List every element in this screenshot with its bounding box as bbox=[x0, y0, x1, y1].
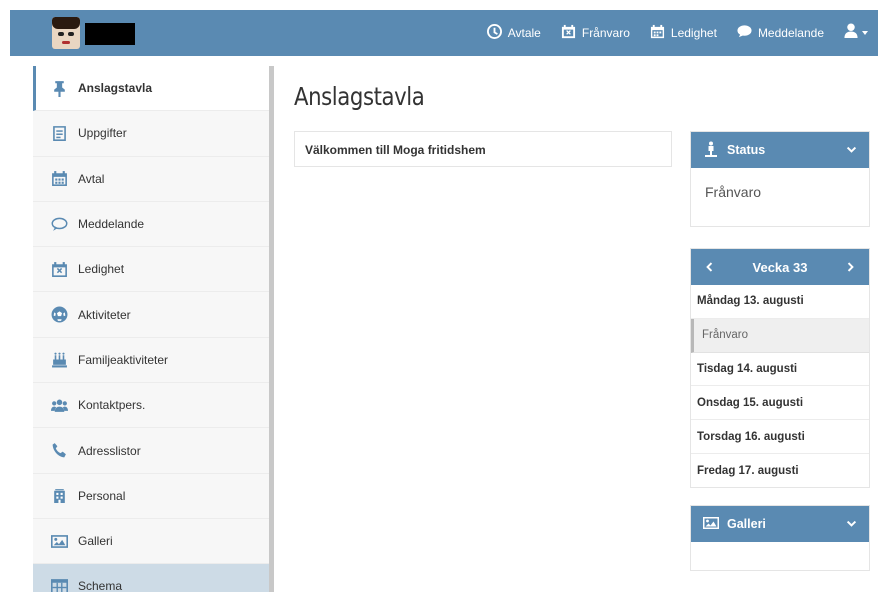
welcome-message: Välkommen till Moga fritidshem bbox=[294, 131, 672, 167]
status-panel-header[interactable]: Status bbox=[691, 132, 869, 168]
avatar[interactable] bbox=[52, 17, 80, 49]
day-row-wednesday: Onsdag 15. augusti bbox=[691, 386, 869, 421]
sidebar-item-label: Anslagstavla bbox=[78, 81, 153, 96]
sidebar-item-galleri[interactable]: Galleri bbox=[33, 519, 269, 565]
gallery-panel-header[interactable]: Galleri bbox=[691, 506, 869, 542]
clipboard-icon bbox=[50, 124, 68, 142]
sidebar-item-meddelande[interactable]: Meddelande bbox=[33, 202, 269, 248]
sidebar-item-label: Personal bbox=[78, 488, 126, 503]
phone-icon bbox=[50, 442, 68, 460]
sidebar-item-anslagstavla[interactable]: Anslagstavla bbox=[33, 66, 269, 112]
calendar-icon bbox=[50, 170, 68, 188]
sidebar-item-schema[interactable]: Schema bbox=[33, 564, 269, 592]
sidebar-item-ledighet[interactable]: Ledighet bbox=[33, 247, 269, 293]
top-navbar: Avtale Frånvaro Ledighet Meddelande bbox=[10, 10, 878, 56]
soccer-ball-icon bbox=[50, 306, 68, 324]
chat-bubble-icon bbox=[737, 24, 752, 42]
sidebar-item-label: Familjeaktiviteter bbox=[78, 352, 169, 367]
nav-avtale[interactable]: Avtale bbox=[486, 24, 541, 42]
sidebar-item-label: Kontaktpers. bbox=[78, 398, 146, 413]
building-icon bbox=[50, 487, 68, 505]
sidebar-item-label: Schema bbox=[78, 579, 123, 592]
nav-meddelande-label: Meddelande bbox=[757, 26, 824, 40]
sidebar-item-label: Galleri bbox=[78, 534, 113, 549]
status-panel-title: Status bbox=[727, 143, 766, 157]
calendar-x-icon bbox=[561, 24, 576, 42]
nav-franvaro[interactable]: Frånvaro bbox=[561, 24, 630, 42]
sidebar-item-label: Aktiviteter bbox=[78, 307, 131, 322]
sidebar-item-avtal[interactable]: Avtal bbox=[33, 157, 269, 202]
sidebar-item-label: Uppgifter bbox=[78, 126, 127, 141]
user-menu[interactable] bbox=[844, 23, 868, 43]
status-value: Frånvaro bbox=[705, 184, 762, 200]
week-panel: Vecka 33 Måndag 13. augusti Frånvaro Tis… bbox=[690, 248, 870, 488]
week-panel-header: Vecka 33 bbox=[691, 249, 869, 285]
nav-ledighet[interactable]: Ledighet bbox=[650, 24, 717, 42]
sidebar-item-uppgifter[interactable]: Uppgifter bbox=[33, 111, 269, 157]
sidebar-item-label: Adresslistor bbox=[78, 443, 141, 458]
day-entry-absence[interactable]: Frånvaro bbox=[691, 318, 869, 353]
pin-icon bbox=[50, 79, 68, 97]
sidebar-item-aktiviteter[interactable]: Aktiviteter bbox=[33, 292, 269, 338]
week-title: Vecka 33 bbox=[752, 259, 808, 275]
nav-ledighet-label: Ledighet bbox=[670, 26, 717, 40]
status-panel: Status Frånvaro bbox=[690, 131, 870, 227]
sidebar-item-label: Ledighet bbox=[78, 262, 125, 277]
cake-icon bbox=[50, 351, 68, 369]
sidebar: Anslagstavla Uppgifter Avtal Meddelande … bbox=[33, 66, 274, 592]
top-nav: Avtale Frånvaro Ledighet Meddelande bbox=[486, 10, 868, 56]
redacted-user-name bbox=[85, 23, 135, 45]
image-icon bbox=[703, 515, 719, 534]
chevron-down-icon bbox=[846, 520, 857, 527]
child-icon bbox=[703, 141, 719, 160]
day-row-friday: Fredag 17. augusti bbox=[697, 464, 799, 477]
image-icon bbox=[50, 532, 68, 550]
table-icon bbox=[50, 577, 68, 592]
sidebar-item-label: Avtal bbox=[78, 171, 105, 186]
sidebar-item-personal[interactable]: Personal bbox=[33, 474, 269, 519]
calendar-x-icon bbox=[50, 260, 68, 278]
nav-avtale-label: Avtale bbox=[507, 26, 541, 40]
users-icon bbox=[50, 396, 68, 414]
day-row-tuesday: Tisdag 14. augusti bbox=[691, 353, 869, 387]
calendar-grid-icon bbox=[650, 24, 665, 42]
user-icon bbox=[844, 23, 858, 43]
chevron-right-icon[interactable] bbox=[846, 261, 857, 273]
clock-icon bbox=[486, 24, 502, 42]
caret-down-icon bbox=[862, 31, 868, 35]
day-row-monday: Måndag 13. augusti bbox=[691, 285, 869, 319]
chevron-down-icon bbox=[846, 146, 857, 153]
sidebar-item-kontaktpers[interactable]: Kontaktpers. bbox=[33, 383, 269, 429]
sidebar-item-familjeaktiviteter[interactable]: Familjeaktiviteter bbox=[33, 338, 269, 384]
gallery-panel-title: Galleri bbox=[727, 517, 766, 531]
sidebar-item-adresslistor[interactable]: Adresslistor bbox=[33, 428, 269, 474]
nav-franvaro-label: Frånvaro bbox=[581, 26, 630, 40]
gallery-panel: Galleri bbox=[690, 505, 870, 571]
chat-bubble-icon bbox=[50, 215, 68, 233]
sidebar-item-label: Meddelande bbox=[78, 217, 145, 232]
chevron-left-icon[interactable] bbox=[703, 261, 714, 273]
page-title: Anslagstavla bbox=[294, 82, 425, 111]
nav-meddelande[interactable]: Meddelande bbox=[737, 24, 824, 42]
day-row-thursday: Torsdag 16. augusti bbox=[691, 420, 869, 454]
